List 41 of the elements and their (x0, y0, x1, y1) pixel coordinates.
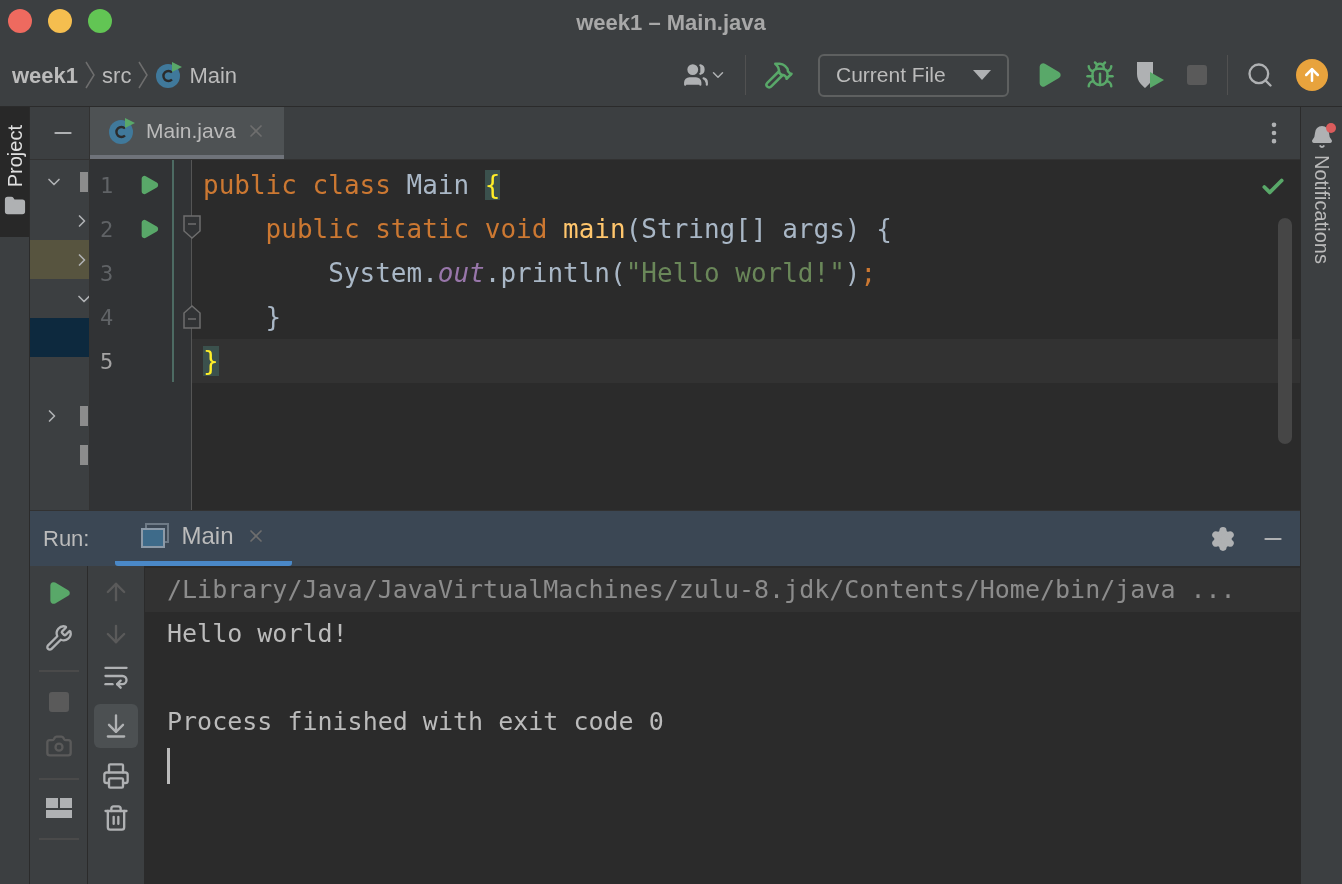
class-icon (108, 117, 136, 145)
hammer-icon[interactable] (764, 60, 794, 90)
code-line: public static void main(String[] args) { (264, 213, 892, 246)
zoom-button[interactable] (88, 9, 112, 33)
code-line: public class Main { (203, 169, 501, 202)
window-title: week1 – Main.java (576, 8, 766, 37)
breadcrumb-item[interactable]: Main (189, 58, 238, 92)
bug-icon[interactable] (1085, 60, 1115, 90)
breadcrumb-separator-icon (84, 60, 97, 90)
caret-icon (973, 70, 991, 80)
wrench-icon[interactable] (44, 624, 73, 652)
console-command: /Library/Java/JavaVirtualMachines/zulu-8.jdk/Contents/Home/bin/java ... (167, 574, 1236, 607)
console-output: Hello world! (167, 618, 348, 651)
notifications-tool-tab[interactable]: Notifications (1306, 125, 1337, 264)
scrollbar[interactable] (1278, 218, 1292, 444)
minimize-button[interactable] (48, 9, 72, 33)
update-icon[interactable] (1296, 59, 1328, 91)
console-output: Process finished with exit code 0 (167, 706, 664, 739)
text-cursor (167, 748, 170, 784)
printer-icon[interactable] (102, 762, 130, 790)
console-window-icon (141, 523, 170, 549)
breadcrumb-item[interactable]: week1 (12, 58, 79, 92)
run-configuration-dropdown[interactable]: Current File (818, 53, 1009, 97)
run-panel-label: Run: (43, 525, 90, 553)
code-line: } (264, 301, 282, 334)
breadcrumb-item[interactable]: src (102, 58, 132, 92)
bell-icon (1309, 125, 1334, 149)
scroll-to-end-button[interactable] (94, 704, 138, 748)
editor-tab[interactable]: Main.java (90, 107, 284, 159)
trash-icon[interactable] (102, 804, 130, 832)
line-number: 5 (100, 347, 115, 376)
fold-icon[interactable] (183, 305, 201, 329)
fold-icon[interactable] (183, 215, 201, 239)
layout-icon[interactable] (45, 798, 72, 820)
project-tool-tab[interactable]: Project (0, 107, 29, 238)
settings-icon[interactable] (1210, 525, 1236, 552)
close-button[interactable] (8, 9, 32, 33)
code-line: System.out.println("Hello world!"); (327, 257, 877, 290)
class-icon (155, 61, 184, 89)
breadcrumb-separator-icon (137, 60, 150, 90)
search-icon[interactable] (1246, 61, 1274, 89)
